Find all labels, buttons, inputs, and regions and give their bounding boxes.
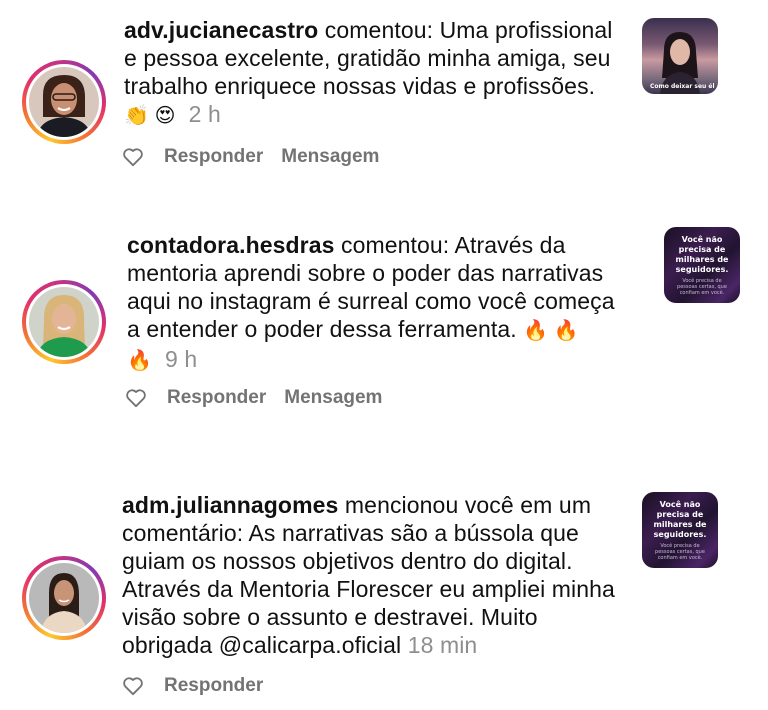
story-ring-avatar[interactable]: [22, 280, 106, 364]
post-thumbnail[interactable]: Você não precisa de milhares de seguidor…: [664, 227, 740, 303]
timestamp: 2 h: [188, 101, 221, 127]
notification-item[interactable]: adv.jucianecastro comentou: Uma profissi…: [0, 0, 768, 200]
post-thumbnail[interactable]: Como deixar seu él: [642, 18, 718, 94]
emoji-reaction: 👏 😍: [124, 105, 176, 127]
username-link[interactable]: adv.jucianecastro: [124, 17, 318, 43]
heart-outline-icon[interactable]: [122, 676, 144, 696]
avatar: [29, 67, 99, 137]
notification-text: adm.juliannagomes mencionou você em um c…: [122, 491, 622, 659]
notification-text: contadora.hesdras comentou: Através da m…: [127, 231, 627, 375]
notification-item[interactable]: contadora.hesdras comentou: Através da m…: [0, 200, 768, 440]
timestamp: 9 h: [165, 346, 198, 372]
heart-outline-icon[interactable]: [122, 147, 144, 167]
reply-button[interactable]: Responder: [164, 146, 263, 168]
notification-actions: Responder Mensagem: [125, 387, 400, 409]
post-thumbnail[interactable]: Você não precisa de milhares de seguidor…: [642, 492, 718, 568]
message-button[interactable]: Mensagem: [281, 146, 379, 168]
notification-text: adv.jucianecastro comentou: Uma profissi…: [124, 16, 624, 130]
thumbnail-title: Você não precisa de milhares de seguidor…: [675, 234, 729, 274]
username-link[interactable]: adm.juliannagomes: [122, 492, 338, 518]
message-button[interactable]: Mensagem: [284, 387, 382, 409]
reply-button[interactable]: Responder: [167, 387, 266, 409]
thumbnail-title: Você não precisa de milhares de seguidor…: [653, 499, 707, 539]
story-ring-avatar[interactable]: [22, 556, 106, 640]
notification-actions: Responder Mensagem: [122, 146, 397, 168]
thumbnail-subtitle: Você precisa de pessoas certas, que conf…: [655, 542, 705, 561]
notification-item[interactable]: adm.juliannagomes mencionou você em um c…: [0, 480, 768, 710]
username-link[interactable]: contadora.hesdras: [127, 232, 335, 258]
avatar: [29, 287, 99, 357]
timestamp: 18 min: [407, 632, 478, 658]
story-ring-avatar[interactable]: [22, 60, 106, 144]
thumbnail-subtitle: Você precisa de pessoas certas, que conf…: [677, 277, 727, 296]
reply-button[interactable]: Responder: [164, 675, 263, 697]
thumbnail-caption: Como deixar seu él: [650, 83, 715, 90]
avatar: [29, 563, 99, 633]
notification-actions: Responder: [122, 675, 281, 697]
heart-outline-icon[interactable]: [125, 388, 147, 408]
